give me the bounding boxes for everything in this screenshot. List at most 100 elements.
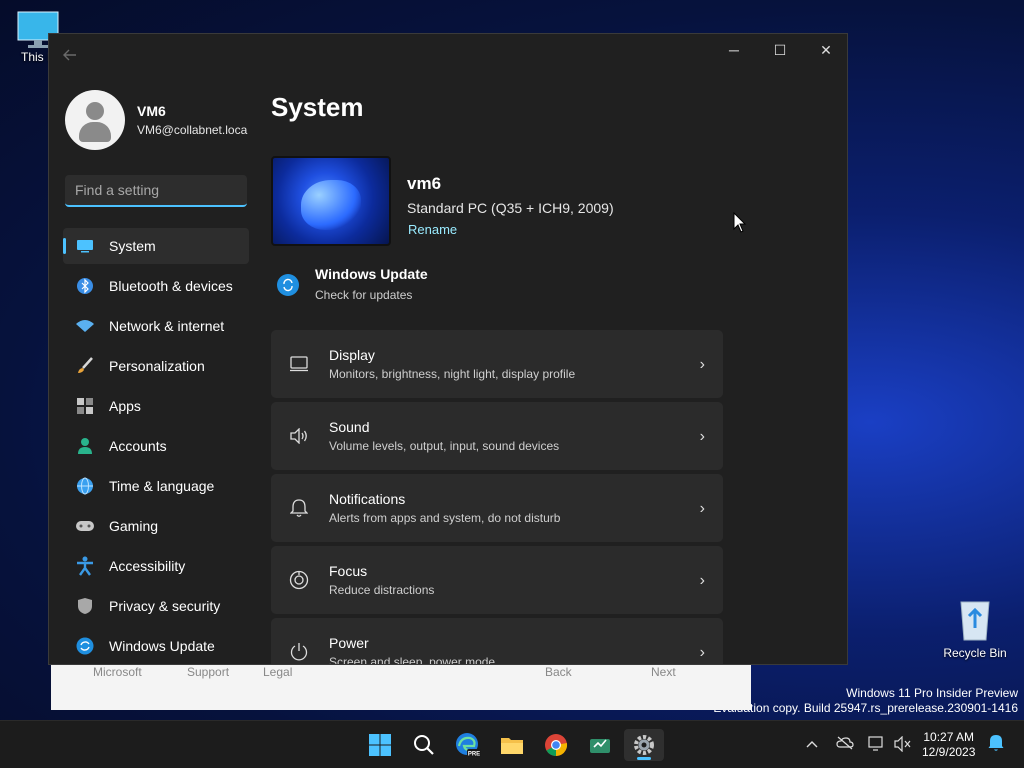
- chevron-right-icon: ›: [699, 428, 705, 445]
- user-profile[interactable]: VM6 VM6@collabnet.loca: [65, 90, 247, 150]
- edge-pre-icon: PRE: [456, 733, 481, 758]
- search-box[interactable]: [65, 175, 247, 207]
- mouse-cursor-icon: [733, 212, 747, 233]
- taskbar-clock[interactable]: 10:27 AM 12/9/2023: [922, 730, 975, 760]
- notifications-card[interactable]: Notifications Alerts from apps and syste…: [271, 474, 723, 542]
- sidebar-item-accounts[interactable]: Accounts: [63, 428, 249, 464]
- brush-icon: [75, 356, 95, 376]
- profile-email: VM6@collabnet.loca: [137, 123, 248, 137]
- rename-link[interactable]: Rename: [408, 222, 614, 237]
- search-icon: [414, 735, 434, 755]
- title-bar[interactable]: ─ ☐ ✕: [49, 34, 847, 66]
- back-arrow-icon[interactable]: [63, 48, 77, 64]
- gamepad-icon: [75, 516, 95, 536]
- settings-card-list: Display Monitors, brightness, night ligh…: [271, 330, 723, 665]
- clock-time: 10:27 AM: [923, 730, 975, 744]
- windows-update-status[interactable]: Windows Update Check for updates: [277, 266, 428, 302]
- chrome-button[interactable]: [536, 729, 576, 761]
- card-description: Reduce distractions: [329, 583, 435, 597]
- search-input[interactable]: [65, 175, 247, 205]
- recycle-bin-label: Recycle Bin: [943, 646, 1007, 660]
- sidebar-item-label: Time & language: [109, 478, 215, 494]
- start-button[interactable]: [360, 729, 400, 761]
- volume-muted-icon[interactable]: [894, 735, 912, 755]
- power-icon: [289, 642, 309, 662]
- settings-button[interactable]: [624, 729, 664, 761]
- sidebar-item-label: Accessibility: [109, 558, 186, 574]
- app-button[interactable]: [580, 729, 620, 761]
- sidebar-item-label: Privacy & security: [109, 598, 221, 614]
- network-icon[interactable]: [868, 736, 886, 755]
- taskbar: PRE 10:27 AM 12/9/2023: [0, 720, 1024, 768]
- card-description: Volume levels, output, input, sound devi…: [329, 439, 560, 453]
- sidebar-item-label: Accounts: [109, 438, 167, 454]
- avatar: [65, 90, 125, 150]
- windows-update-title: Windows Update: [315, 266, 428, 282]
- card-title: Sound: [329, 419, 370, 435]
- settings-window: ─ ☐ ✕ VM6 VM6@collabnet.loca System Blue…: [48, 33, 848, 665]
- close-button[interactable]: ✕: [803, 34, 847, 66]
- sidebar-item-label: Network & internet: [109, 318, 225, 334]
- person-icon: [75, 436, 95, 456]
- file-explorer-button[interactable]: [492, 729, 532, 761]
- recycle-bin-desktop-icon[interactable]: Recycle Bin: [940, 596, 1010, 660]
- sidebar-item-accessibility[interactable]: Accessibility: [63, 548, 249, 584]
- power-card[interactable]: Power Screen and sleep, power mode ›: [271, 618, 723, 665]
- sound-card[interactable]: Sound Volume levels, output, input, soun…: [271, 402, 723, 470]
- search-button[interactable]: [404, 729, 444, 761]
- chevron-right-icon: ›: [699, 644, 705, 661]
- sidebar-item-label: Bluetooth & devices: [109, 278, 233, 294]
- focus-icon: [289, 570, 309, 590]
- sidebar-item-gaming[interactable]: Gaming: [63, 508, 249, 544]
- card-title: Focus: [329, 563, 368, 579]
- sidebar-item-privacy-security[interactable]: Privacy & security: [63, 588, 249, 624]
- sidebar-item-label: Gaming: [109, 518, 159, 534]
- sidebar-item-label: Windows Update: [109, 638, 215, 654]
- maximize-button[interactable]: ☐: [757, 34, 803, 66]
- display-card[interactable]: Display Monitors, brightness, night ligh…: [271, 330, 723, 398]
- sidebar-nav: System Bluetooth & devices Network & int…: [63, 228, 249, 664]
- globe-clock-icon: [75, 476, 95, 496]
- sidebar-item-bluetooth[interactable]: Bluetooth & devices: [63, 268, 249, 304]
- sidebar-item-apps[interactable]: Apps: [63, 388, 249, 424]
- card-title: Notifications: [329, 491, 406, 507]
- sidebar-item-personalization[interactable]: Personalization: [63, 348, 249, 384]
- sidebar-item-label: Apps: [109, 398, 141, 414]
- chrome-icon: [545, 734, 568, 756]
- sidebar-item-network[interactable]: Network & internet: [63, 308, 249, 344]
- clock-date: 12/9/2023: [922, 745, 976, 759]
- next-button[interactable]: Next: [651, 665, 676, 679]
- device-info-section: vm6 Standard PC (Q35 + ICH9, 2009) Renam…: [271, 156, 614, 246]
- wifi-icon: [75, 316, 95, 336]
- notification-bell-icon[interactable]: [988, 734, 1004, 755]
- card-title: Power: [329, 635, 369, 651]
- file-explorer-icon: [501, 738, 523, 754]
- chevron-right-icon: ›: [699, 572, 705, 589]
- device-model: Standard PC (Q35 + ICH9, 2009): [407, 200, 614, 216]
- chevron-right-icon: ›: [699, 356, 705, 373]
- sidebar-item-time-language[interactable]: Time & language: [63, 468, 249, 504]
- sidebar-item-windows-update[interactable]: Windows Update: [63, 628, 249, 664]
- microsoft-link[interactable]: Microsoft: [93, 665, 142, 679]
- page-title: System: [271, 92, 364, 122]
- update-icon: [277, 274, 299, 296]
- onedrive-offline-icon[interactable]: [836, 736, 854, 753]
- profile-name: VM6: [137, 103, 166, 119]
- display-icon: [289, 354, 309, 374]
- back-button[interactable]: Back: [545, 665, 572, 679]
- sidebar-item-label: System: [109, 238, 156, 254]
- start-icon: [369, 734, 391, 756]
- watermark-line-2: Evaluation copy. Build 25947.rs_prerelea…: [713, 701, 1018, 715]
- sidebar-item-system[interactable]: System: [63, 228, 249, 264]
- svg-text:PRE: PRE: [468, 752, 480, 758]
- chevron-up-icon[interactable]: [806, 736, 818, 751]
- edge-pre-button[interactable]: PRE: [448, 729, 488, 761]
- focus-card[interactable]: Focus Reduce distractions ›: [271, 546, 723, 614]
- app-icon: [590, 739, 610, 753]
- device-name: vm6: [407, 174, 442, 193]
- card-description: Screen and sleep, power mode: [329, 655, 496, 665]
- support-link[interactable]: Support: [187, 665, 229, 679]
- minimize-button[interactable]: ─: [711, 34, 757, 66]
- chevron-right-icon: ›: [699, 500, 705, 517]
- legal-link[interactable]: Legal: [263, 665, 292, 679]
